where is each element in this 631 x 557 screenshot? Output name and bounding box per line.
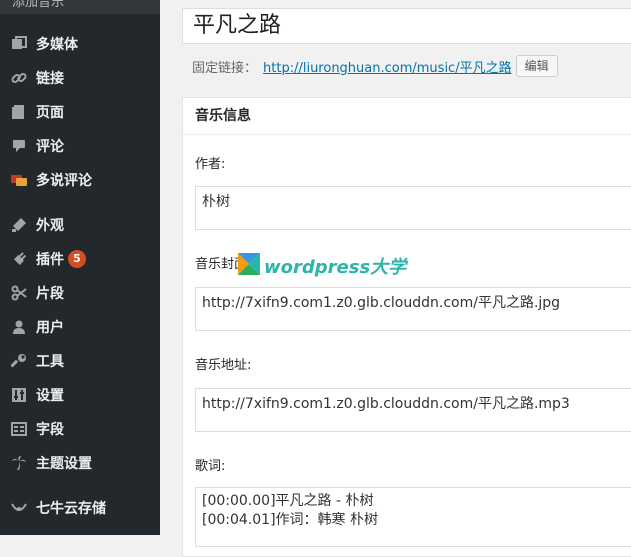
menu-item-fields[interactable]: 字段 (0, 416, 160, 442)
author-field[interactable]: 朴树 (195, 186, 631, 230)
menu-label: 多媒体 (36, 37, 78, 53)
menu-label: 插件 (36, 252, 64, 268)
menu-item-duoshuo[interactable]: 多说评论 (0, 167, 160, 193)
menu-label: 多说评论 (36, 173, 92, 189)
menu-label: 外观 (36, 218, 64, 234)
menu-item-settings[interactable]: 设置 (0, 382, 160, 408)
plugin-update-badge: 5 (68, 250, 86, 268)
menu-label: 设置 (36, 388, 64, 404)
permalink-link[interactable]: http://liuronghuan.com/music/平凡之路 (263, 57, 512, 76)
menu-item-tools[interactable]: 工具 (0, 348, 160, 374)
menu-item-appearance[interactable]: 外观 (0, 212, 160, 238)
menu-label: 链接 (36, 71, 64, 87)
menu-label: 片段 (36, 286, 64, 302)
menu-item-pages[interactable]: 页面 (0, 99, 160, 125)
field-icon (10, 420, 28, 438)
author-label: 作者: (195, 157, 226, 172)
edit-permalink-button[interactable]: 编辑 (515, 55, 558, 77)
watermark-logo-icon (238, 253, 260, 279)
menu-item-add-music[interactable]: 添加音乐 (0, 0, 160, 14)
permalink-label: 固定链接： (192, 60, 258, 76)
settings-icon (10, 386, 28, 404)
lyrics-label: 歌词: (195, 459, 226, 474)
lyrics-line: [00:04.01]作词：韩寒 朴树 (202, 512, 378, 528)
menu-item-qiniu[interactable]: 七牛云存储 (0, 495, 160, 521)
comment-icon (10, 137, 28, 155)
wrench-icon (10, 352, 28, 370)
link-icon (10, 69, 28, 87)
menu-label: 用户 (36, 320, 64, 336)
menu-item-users[interactable]: 用户 (0, 314, 160, 340)
menu-item-snippets[interactable]: 片段 (0, 280, 160, 306)
watermark-text: wordpress大学 (264, 257, 407, 278)
permalink-row: 固定链接： http://liuronghuan.com/music/平凡之路 … (192, 54, 558, 78)
menu-item-plugins[interactable]: 插件 5 (0, 246, 160, 272)
music-url-label: 音乐地址: (195, 358, 252, 373)
page-icon (10, 103, 28, 121)
post-title-input[interactable]: 平凡之路 (182, 8, 631, 44)
menu-label: 七牛云存储 (36, 501, 106, 517)
cover-url-field[interactable]: http://7xifn9.com1.z0.glb.clouddn.com/平凡… (195, 287, 631, 331)
admin-sidebar: 添加音乐 多媒体 链接 页面 评论 多说评论 外观 插件 5 片段 用户 工具 … (0, 0, 160, 535)
menu-item-links[interactable]: 链接 (0, 65, 160, 91)
menu-item-theme-settings[interactable]: 主题设置 (0, 450, 160, 476)
menu-item-media[interactable]: 多媒体 (0, 31, 160, 57)
menu-label: 页面 (36, 105, 64, 121)
user-icon (10, 318, 28, 336)
duoshuo-icon (10, 171, 28, 189)
menu-label: 工具 (36, 354, 64, 370)
music-info-metabox: 音乐信息 作者: 朴树 音乐封面: http://7xifn9.com1.z0.… (182, 97, 631, 557)
watermark: wordpress大学 (238, 253, 406, 279)
scissors-icon (10, 284, 28, 302)
lyrics-line: [00:00.00]平凡之路 - 朴树 (202, 493, 374, 509)
menu-label: 评论 (36, 139, 64, 155)
menu-label: 主题设置 (36, 456, 92, 472)
metabox-title: 音乐信息 (183, 98, 631, 135)
menu-item-comments[interactable]: 评论 (0, 133, 160, 159)
media-icon (10, 35, 28, 53)
plugin-icon (10, 250, 28, 268)
palm-icon (10, 454, 28, 472)
menu-label: 字段 (36, 422, 64, 438)
lyrics-field[interactable]: [00:00.00]平凡之路 - 朴树 [00:04.01]作词：韩寒 朴树 (195, 487, 631, 547)
qiniu-icon (10, 499, 28, 517)
appearance-icon (10, 216, 28, 234)
music-url-field[interactable]: http://7xifn9.com1.z0.glb.clouddn.com/平凡… (195, 388, 631, 432)
